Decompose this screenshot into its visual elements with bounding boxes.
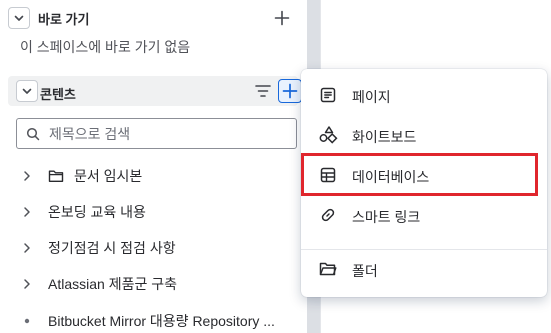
menu-item-whiteboard[interactable]: 화이트보드 <box>301 115 547 155</box>
database-icon <box>318 165 338 185</box>
bullet-icon <box>20 314 34 328</box>
tree-item[interactable]: 문서 임시본 <box>20 164 142 188</box>
menu-item-label: 페이지 <box>352 89 391 105</box>
menu-item-label: 폴더 <box>352 263 378 279</box>
shortcuts-header[interactable]: 바로 가기 <box>8 4 89 32</box>
shortcuts-empty-message: 이 스페이스에 바로 가기 없음 <box>20 39 191 55</box>
create-menu: 페이지 화이트보드 데이터베이스 스마트 링크 폴더 <box>301 69 547 297</box>
chevron-right-icon[interactable] <box>20 205 34 219</box>
chevron-down-icon <box>22 88 32 94</box>
tree-item[interactable]: Atlassian 제품군 구축 <box>20 272 177 296</box>
chevron-right-icon[interactable] <box>20 277 34 291</box>
whiteboard-icon <box>318 125 338 145</box>
content-header[interactable]: 콘텐츠 <box>8 76 302 106</box>
filter-button[interactable] <box>254 83 272 99</box>
menu-item-smart-link[interactable]: 스마트 링크 <box>301 195 547 235</box>
menu-item-label: 데이터베이스 <box>352 169 430 185</box>
shortcuts-collapse-button[interactable] <box>8 7 30 29</box>
create-content-button[interactable] <box>278 79 302 103</box>
menu-item-folder[interactable]: 폴더 <box>301 249 547 289</box>
filter-icon <box>255 85 271 97</box>
menu-item-label: 스마트 링크 <box>352 209 421 225</box>
chevron-right-icon[interactable] <box>20 241 34 255</box>
add-shortcut-button[interactable] <box>272 8 292 28</box>
chevron-right-icon[interactable] <box>20 169 34 183</box>
folder-icon <box>318 259 338 279</box>
tree-item-label: Bitbucket Mirror 대용량 Repository ... <box>48 313 275 329</box>
content-title: 콘텐츠 <box>40 87 76 102</box>
tree-item-label: 문서 임시본 <box>74 168 143 184</box>
smart-link-icon <box>318 205 338 225</box>
page-icon <box>318 85 338 105</box>
tree-item-label: 정기점검 시 점검 사항 <box>48 240 176 256</box>
plus-icon <box>282 83 298 99</box>
menu-item-page[interactable]: 페이지 <box>301 75 547 115</box>
search-field[interactable] <box>16 118 297 149</box>
menu-item-database[interactable]: 데이터베이스 <box>301 155 547 195</box>
tree-item[interactable]: Bitbucket Mirror 대용량 Repository ... <box>20 309 275 333</box>
tree-item-label: 온보딩 교육 내용 <box>48 204 146 220</box>
plus-icon <box>274 10 290 26</box>
search-icon <box>26 127 40 140</box>
tree-item[interactable]: 온보딩 교육 내용 <box>20 200 146 224</box>
menu-item-label: 화이트보드 <box>352 129 417 145</box>
shortcuts-title: 바로 가기 <box>38 11 90 27</box>
tree-item[interactable]: 정기점검 시 점검 사항 <box>20 236 176 260</box>
search-input[interactable] <box>49 125 279 142</box>
tree-item-label: Atlassian 제품군 구축 <box>48 276 177 292</box>
content-collapse-button[interactable] <box>16 80 38 102</box>
sidebar: 바로 가기 이 스페이스에 바로 가기 없음 콘텐츠 문서 임시본 온보딩 교육 <box>0 0 307 333</box>
folder-icon <box>48 170 64 182</box>
chevron-down-icon <box>14 15 24 21</box>
